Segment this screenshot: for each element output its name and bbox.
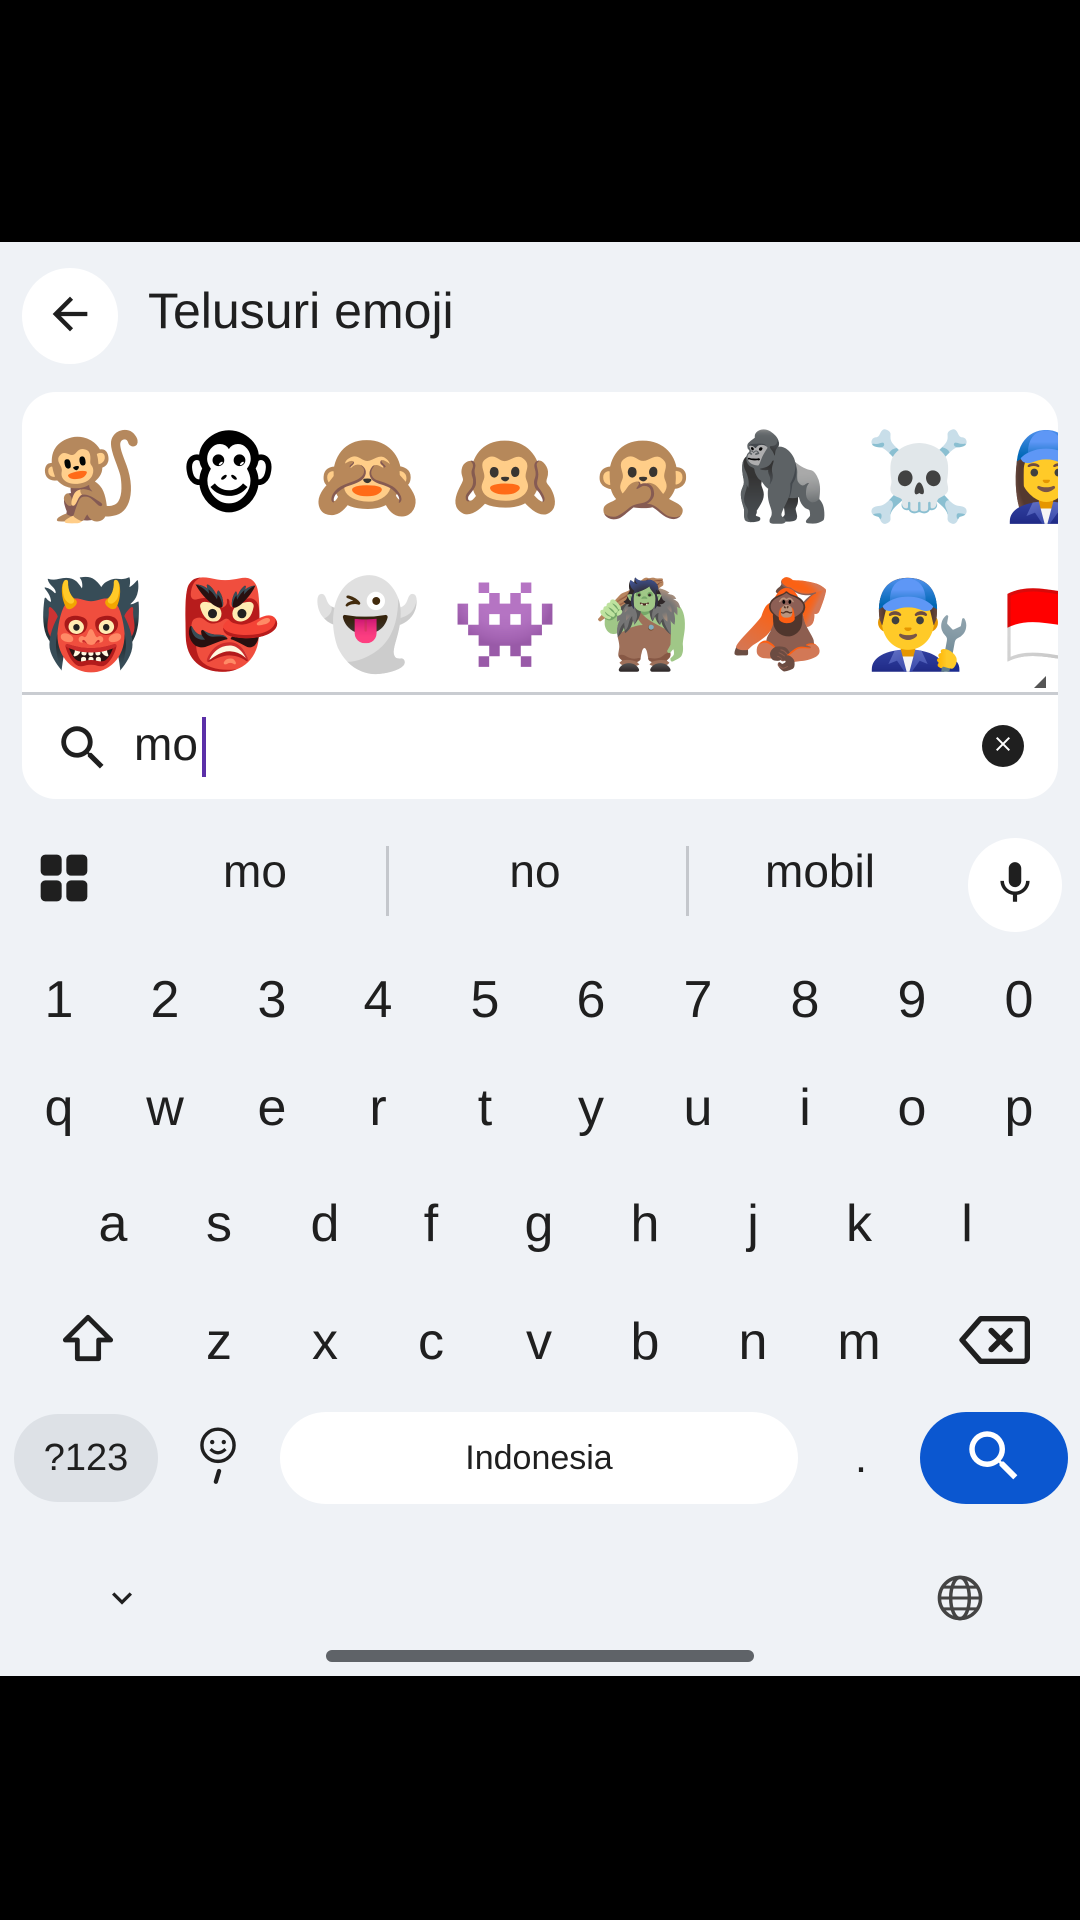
grid-icon[interactable] [36,850,92,910]
key-l[interactable]: l [914,1174,1020,1274]
page-title: Telusuri emoji [148,283,454,339]
search-action-button[interactable] [920,1412,1068,1504]
key-a[interactable]: a [60,1174,166,1274]
arrow-left-icon [44,288,96,344]
key-u[interactable]: u [645,1058,751,1158]
shift-button[interactable] [40,1292,136,1392]
key-0[interactable]: 0 [966,950,1072,1050]
emoji-key[interactable] [178,1414,258,1502]
key-q[interactable]: q [6,1058,112,1158]
emoji-woman-mechanic[interactable]: 👩‍🔧 [988,412,1058,542]
key-m[interactable]: m [806,1292,912,1392]
key-f[interactable]: f [378,1174,484,1274]
emoji-goblin[interactable]: 👺 [160,560,298,690]
emoji-see-no-evil[interactable]: 🙈 [298,412,436,542]
divider [686,846,689,916]
text-cursor [202,717,206,777]
emoji-monkey-face[interactable]: 🐵 [160,412,298,542]
key-h[interactable]: h [592,1174,698,1274]
shift-icon [56,1308,120,1376]
hide-keyboard-button[interactable] [90,1568,154,1632]
key-r[interactable]: r [325,1058,431,1158]
emoji-bigfoot[interactable]: 🦧 [712,560,850,690]
voice-input-button[interactable] [968,838,1062,932]
backspace-button[interactable] [946,1292,1042,1392]
search-icon [54,719,112,781]
search-icon [961,1423,1027,1493]
emoji-man-mechanic[interactable]: 👨‍🔧 [850,560,988,690]
space-bar[interactable]: Indonesia [280,1412,798,1504]
suggestion-2[interactable]: no [480,844,590,898]
key-w[interactable]: w [112,1058,218,1158]
key-p[interactable]: p [966,1058,1072,1158]
emoji-search-field[interactable]: mo [22,692,1058,799]
search-input-value[interactable]: mo [134,717,198,771]
key-t[interactable]: t [432,1058,538,1158]
emoji-icon [196,1426,240,1490]
key-3[interactable]: 3 [219,950,325,1050]
key-1[interactable]: 1 [6,950,112,1050]
emoji-results-panel: 🐒 🐵 🙈 🙉 🙊 🦍 ☠️ 👩‍🔧 👹 👺 👻 👾 🧌 🦧 👨‍🔧 🇮🇩 [22,392,1058,692]
key-j[interactable]: j [700,1174,806,1274]
backspace-icon [956,1308,1032,1376]
globe-icon [934,1572,986,1628]
period-key[interactable]: . [818,1414,904,1502]
suggestion-1[interactable]: mo [200,844,310,898]
back-button[interactable] [22,268,118,364]
keyboard-area: Telusuri emoji 🐒 🐵 🙈 🙉 🙊 🦍 ☠️ 👩‍🔧 👹 👺 👻 … [0,242,1080,1676]
key-o[interactable]: o [859,1058,965,1158]
key-i[interactable]: i [752,1058,858,1158]
emoji-search-header: Telusuri emoji [0,242,1080,392]
key-x[interactable]: x [272,1292,378,1392]
symbols-key[interactable]: ?123 [14,1414,158,1502]
key-8[interactable]: 8 [752,950,858,1050]
key-7[interactable]: 7 [645,950,751,1050]
key-d[interactable]: d [272,1174,378,1274]
key-v[interactable]: v [486,1292,592,1392]
more-variants-indicator [1034,676,1046,688]
key-k[interactable]: k [806,1174,912,1274]
microphone-icon [990,858,1040,912]
clear-search-button[interactable] [982,725,1024,767]
key-s[interactable]: s [166,1174,272,1274]
key-6[interactable]: 6 [538,950,644,1050]
key-b[interactable]: b [592,1292,698,1392]
close-icon [991,732,1015,760]
emoji-skull-crossbones[interactable]: ☠️ [850,412,988,542]
emoji-row-1: 🐒 🐵 🙈 🙉 🙊 🦍 ☠️ 👩‍🔧 [22,412,1058,542]
emoji-troll[interactable]: 🧌 [574,560,712,690]
key-4[interactable]: 4 [325,950,431,1050]
emoji-flag-indonesia[interactable]: 🇮🇩 [988,560,1058,690]
emoji-alien-monster[interactable]: 👾 [436,560,574,690]
key-g[interactable]: g [486,1174,592,1274]
key-2[interactable]: 2 [112,950,218,1050]
key-5[interactable]: 5 [432,950,538,1050]
key-n[interactable]: n [700,1292,806,1392]
home-indicator[interactable] [326,1650,754,1662]
key-z[interactable]: z [166,1292,272,1392]
emoji-hear-no-evil[interactable]: 🙉 [436,412,574,542]
suggestion-strip: mo no mobil [0,816,1080,934]
emoji-ogre[interactable]: 👹 [22,560,160,690]
key-c[interactable]: c [378,1292,484,1392]
language-switch-button[interactable] [926,1566,994,1634]
suggestion-3[interactable]: mobil [740,844,900,898]
key-e[interactable]: e [219,1058,325,1158]
divider [386,846,389,916]
emoji-ghost[interactable]: 👻 [298,560,436,690]
emoji-gorilla[interactable]: 🦍 [712,412,850,542]
emoji-row-2: 👹 👺 👻 👾 🧌 🦧 👨‍🔧 🇮🇩 [22,560,1058,690]
emoji-monkey[interactable]: 🐒 [22,412,160,542]
key-y[interactable]: y [538,1058,644,1158]
emoji-speak-no-evil[interactable]: 🙊 [574,412,712,542]
chevron-down-icon [102,1578,142,1622]
key-9[interactable]: 9 [859,950,965,1050]
